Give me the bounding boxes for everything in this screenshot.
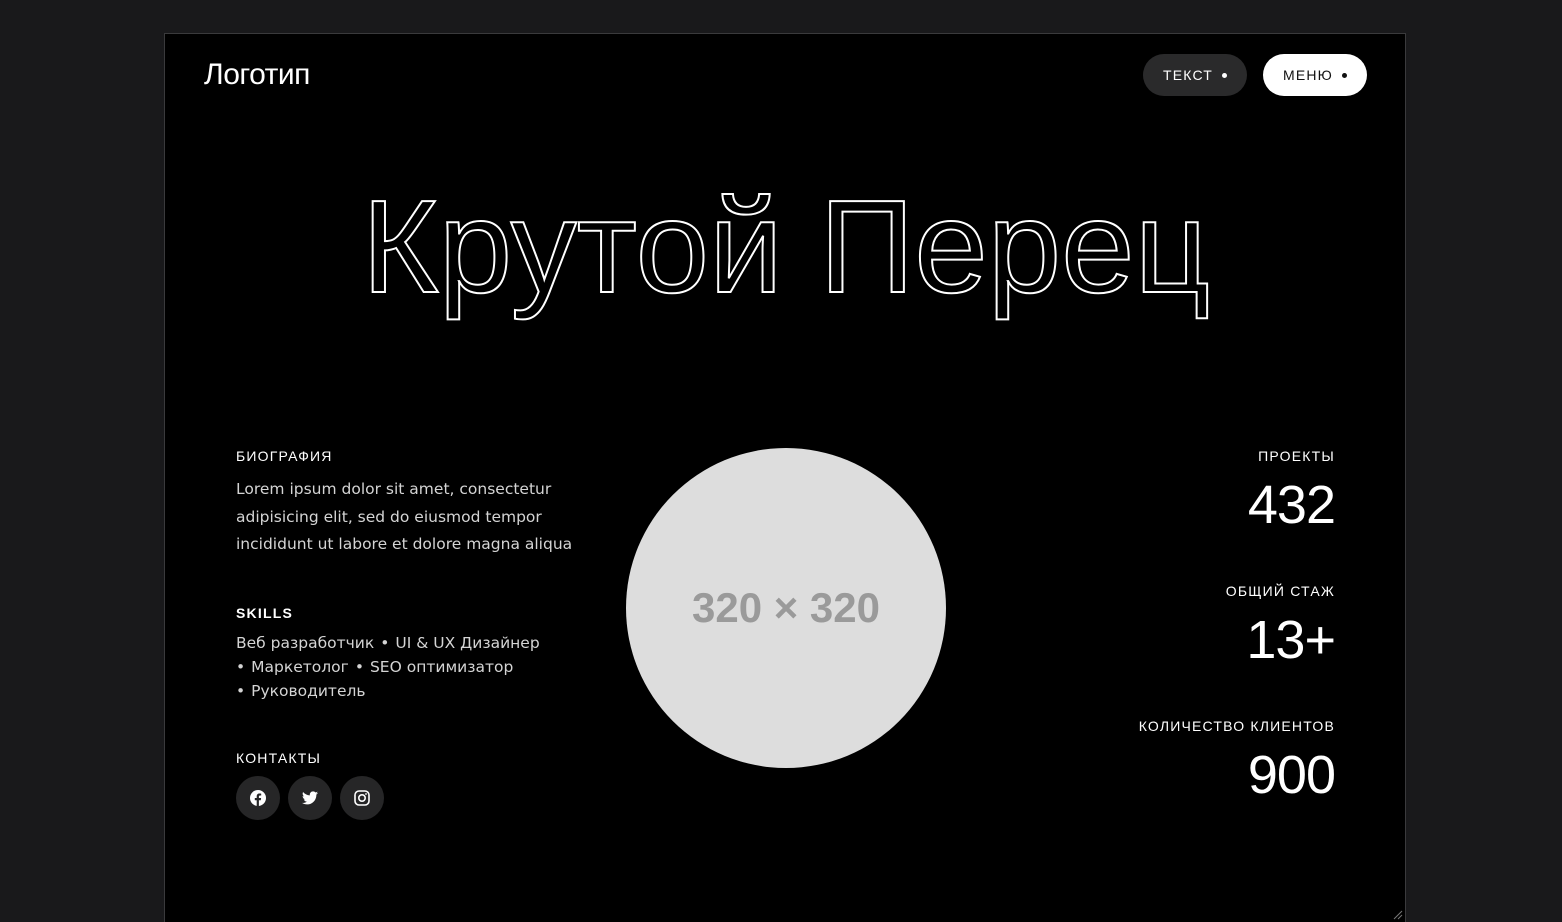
skill-item: UI & UX Дизайнер: [395, 634, 540, 652]
skills-list: Веб разработчик • UI & UX Дизайнер • Маркет…: [236, 631, 576, 703]
bullet: •: [236, 682, 246, 700]
dot-icon: [1342, 72, 1348, 78]
page-frame: Логотип ТЕКСТ МЕНЮ Крутой Перец БИОГРАФИ…: [164, 33, 1406, 922]
contacts-label: КОНТАКТЫ: [236, 750, 322, 766]
bullet: •: [354, 658, 364, 676]
text-button-label: ТЕКСТ: [1162, 67, 1214, 83]
resize-handle-icon[interactable]: [1391, 908, 1403, 920]
bio-text: Lorem ipsum dolor sit amet, consectetur …: [236, 480, 573, 553]
stat-label-experience: ОБЩИЙ СТАЖ: [1225, 583, 1335, 599]
menu-button[interactable]: МЕНЮ: [1263, 54, 1367, 96]
skill-item: SEO оптимизатор: [369, 658, 514, 676]
hero-title: Крутой Перец: [165, 152, 1405, 322]
avatar-placeholder-label: 320 × 320: [691, 584, 880, 631]
twitter-icon: [302, 791, 318, 805]
hero-title-outline: Крутой Перец: [361, 172, 1211, 321]
dot-icon: [1222, 72, 1228, 78]
avatar-placeholder: 320 × 320: [626, 448, 946, 768]
menu-button-label: МЕНЮ: [1282, 67, 1334, 83]
instagram-button[interactable]: [340, 776, 384, 820]
social-links: [236, 776, 384, 820]
stat-value-clients: 900: [1247, 745, 1336, 805]
skill-item: Руководитель: [251, 682, 366, 700]
stat-value-experience: 13+: [1246, 610, 1336, 670]
facebook-button[interactable]: [236, 776, 280, 820]
stat-label-clients: КОЛИЧЕСТВО КЛИЕНТОВ: [1138, 718, 1335, 734]
skills-label: SKILLS: [236, 605, 293, 621]
bullet: •: [236, 658, 246, 676]
stat-label-projects: ПРОЕКТЫ: [1258, 448, 1335, 464]
bio-label: БИОГРАФИЯ: [236, 448, 333, 464]
bullet: •: [380, 634, 390, 652]
skill-item: Веб разработчик: [236, 634, 375, 652]
logo[interactable]: Логотип: [204, 58, 310, 92]
twitter-button[interactable]: [288, 776, 332, 820]
hero-title-text: Крутой Перец: [362, 173, 1210, 320]
skill-item: Маркетолог: [251, 658, 349, 676]
text-button[interactable]: ТЕКСТ: [1143, 54, 1247, 96]
instagram-icon: [354, 790, 370, 806]
facebook-icon: [250, 790, 266, 806]
stat-value-projects: 432: [1247, 475, 1336, 535]
